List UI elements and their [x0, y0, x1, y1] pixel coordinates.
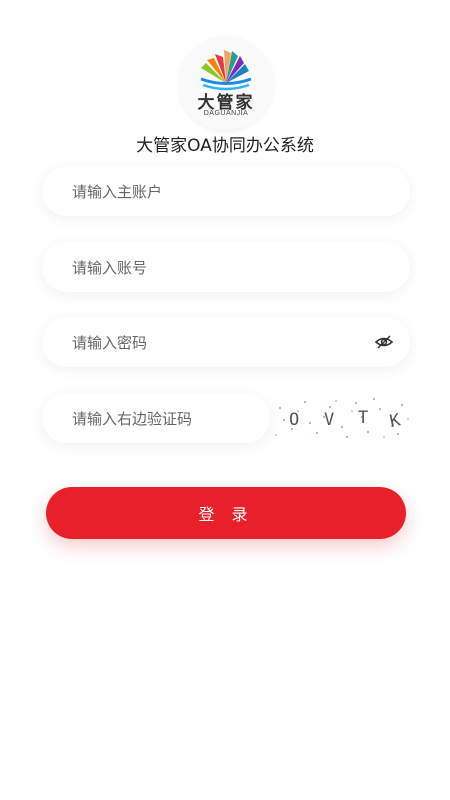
captcha-image[interactable]: O V T K — [272, 393, 412, 443]
password-field — [42, 317, 410, 369]
account-field — [42, 242, 410, 294]
captcha-char-1: O — [289, 410, 299, 430]
captcha-char-4: K — [388, 410, 403, 432]
logo: 大管家 DAGUANJIA — [179, 36, 273, 130]
eye-off-icon[interactable] — [374, 332, 394, 352]
password-input[interactable] — [70, 317, 374, 369]
logo-text-en: DAGUANJIA — [203, 110, 249, 117]
login-button[interactable]: 登 录 — [46, 487, 406, 539]
captcha-input[interactable] — [70, 393, 264, 445]
app-title: 大管家OA协同办公系统 — [136, 136, 314, 156]
captcha-char-3: T — [358, 408, 368, 428]
captcha-char-2: V — [324, 410, 334, 430]
captcha-field — [42, 393, 270, 445]
main-account-input[interactable] — [70, 166, 374, 218]
account-input[interactable] — [70, 242, 374, 294]
main-account-field — [42, 166, 410, 218]
